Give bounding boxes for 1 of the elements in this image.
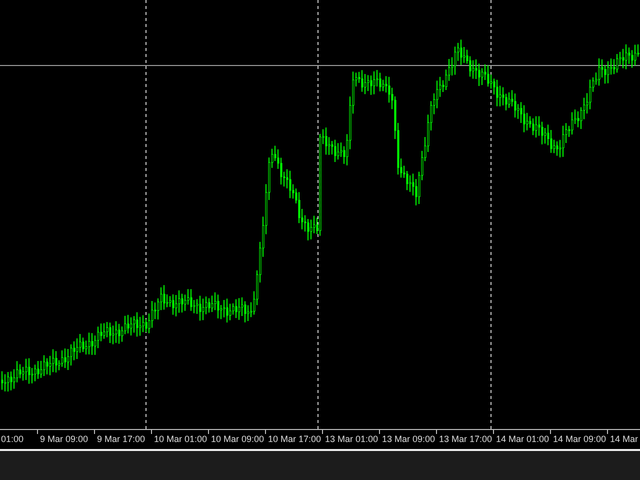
time-axis-label: 01:00 — [0, 433, 25, 446]
